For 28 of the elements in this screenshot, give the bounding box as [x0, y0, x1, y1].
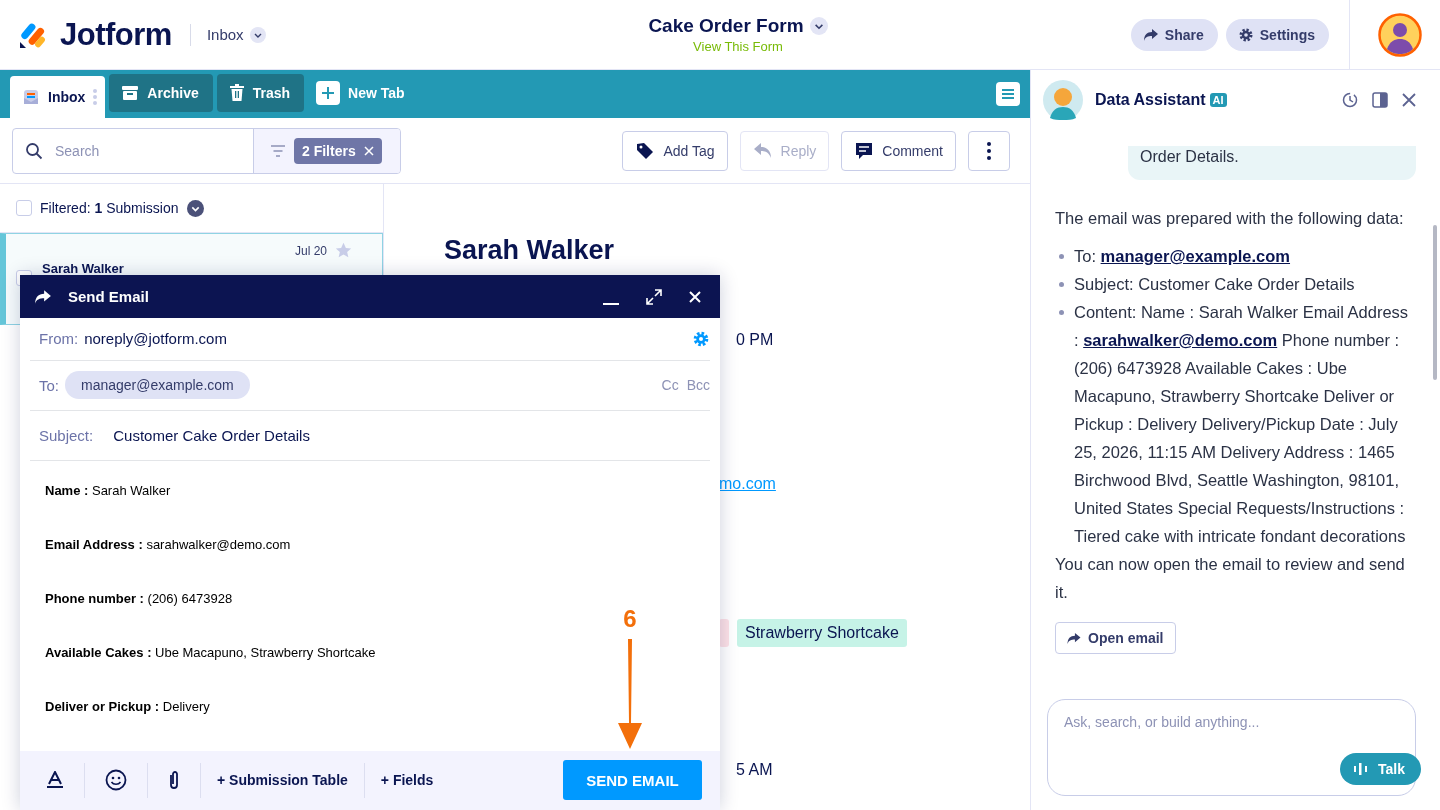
step-number: 6: [623, 605, 637, 633]
subject-label: Subject:: [39, 426, 94, 444]
submitter-name: Sarah Walker: [444, 236, 616, 264]
user-message: Order Details.: [1128, 146, 1416, 180]
ai-badge: AI: [1209, 93, 1227, 107]
brand-name: Jotform: [60, 16, 172, 53]
form-title: Cake Order Form: [648, 15, 804, 37]
dialog-title: Send Email: [68, 288, 150, 306]
summary-item: To: manager@example.com: [1074, 246, 1291, 267]
cake-tag: Strawberry Shortcake: [737, 619, 907, 647]
submission-date: Jul 20: [294, 243, 327, 258]
summary-item: Subject: Customer Cake Order Details: [1074, 274, 1355, 295]
email-body-line: Name : Sarah Walker: [45, 482, 171, 498]
to-label: To:: [39, 376, 59, 394]
assistant-title: Data Assistant: [1095, 91, 1206, 109]
assistant-message: You can now open the email to review and send it.: [1055, 554, 1406, 603]
email-body-line: Available Cakes : Ube Macapuno, Strawberry Shortcake: [45, 644, 376, 660]
email-body-line: Phone number : (206) 6473928: [45, 590, 233, 606]
summary-item: Content: Name : Sarah Walker Email Address : sarahwalker@demo.com Phone number : (206) 6473928 Available Cakes : Ube Macapuno, Strawberry Shortcake Deliver or Pickup : Delivery Delivery/Pickup Date : July 25, 2026, 11:15 AM Delivery Address : 1465 Birchwood Blvd, Seattle Washington, 98101, United States Special Requests/Instructions : Tiered cake with intricate fondant decorations: [1074, 302, 1410, 547]
assistant-message: The email was prepared with the following data:: [1055, 208, 1405, 229]
filtered-count: Filtered: 1 Submission: [40, 200, 179, 216]
email-body-line: Deliver or Pickup : Delivery: [45, 698, 210, 714]
email-body-line: Email Address : sarahwalker@demo.com: [45, 536, 291, 552]
date-value: 0 PM: [736, 331, 774, 349]
submission-name: Sarah Walker: [42, 261, 125, 276]
from-address: noreply@jotform.com: [84, 330, 227, 348]
date-value: 5 AM: [736, 761, 773, 779]
from-label: From:: [39, 330, 79, 348]
